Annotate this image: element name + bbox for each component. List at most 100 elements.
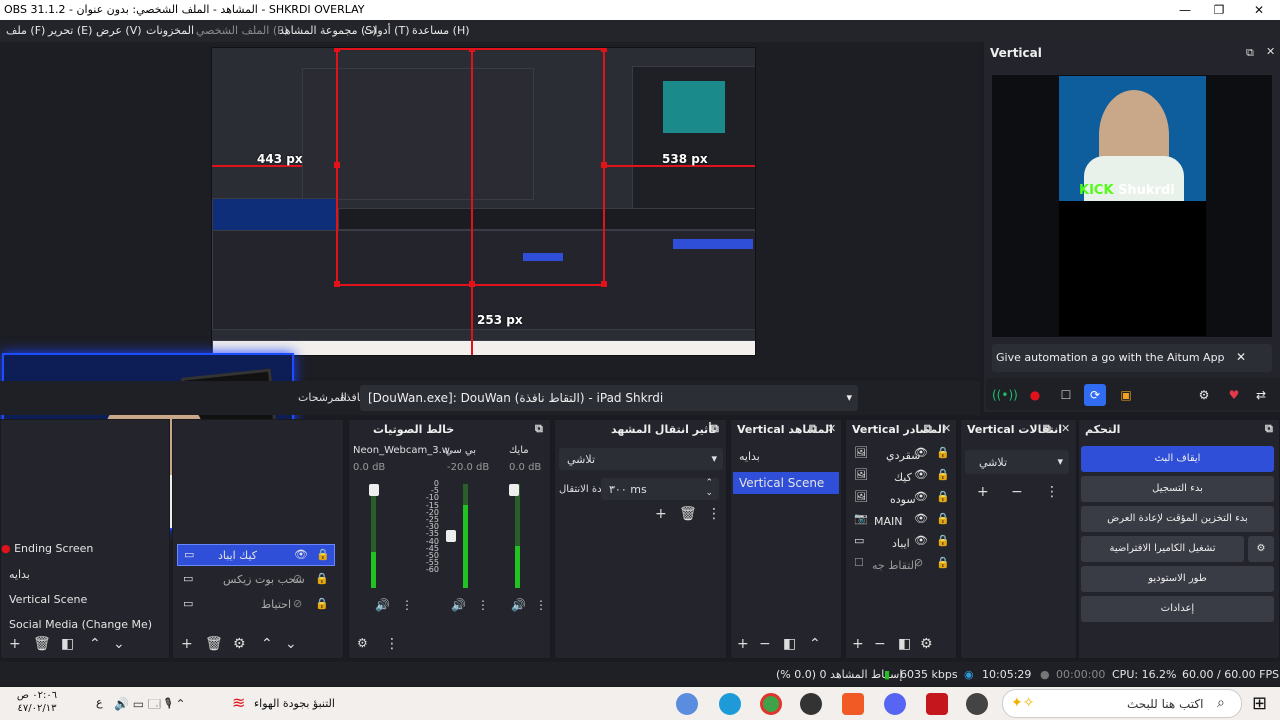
volume-fader[interactable] (369, 484, 379, 496)
vertical-source-item[interactable]: 🖼 شقردي 👁 🔒 (852, 446, 952, 468)
add-icon[interactable]: + (181, 636, 193, 652)
aitum-banner[interactable]: Give automation a go with the Aitum App … (992, 344, 1272, 372)
brave-icon[interactable] (842, 693, 864, 715)
source-item[interactable]: ▭ كيك ايباد 👁 🔒 (177, 544, 335, 566)
edge-icon[interactable] (719, 693, 741, 715)
add-icon[interactable]: + (9, 636, 21, 652)
gear-icon[interactable]: ⚙ (1193, 384, 1215, 406)
filter-icon[interactable]: ◧ (783, 636, 796, 652)
heart-icon[interactable]: ♥ (1223, 384, 1245, 406)
vertical-source-item[interactable]: 🖼 سوده 👁 🔒 (852, 490, 952, 512)
speaker-icon[interactable]: 🔊 (375, 598, 390, 612)
record-icon[interactable]: ● (1024, 384, 1046, 406)
preview-canvas[interactable]: 443 px 538 px 253 px (211, 47, 756, 356)
stop-stream-button[interactable]: ايقاف البث (1081, 446, 1274, 472)
resize-handle[interactable] (601, 162, 607, 168)
remove-icon[interactable]: − (759, 636, 771, 652)
kebab-icon[interactable]: ⋮ (477, 598, 489, 612)
tray-icons[interactable]: 🔊 ▭ 🗔 🎙 ⌃ (114, 695, 186, 716)
filter-icon[interactable]: ◧ (61, 636, 74, 652)
replay-icon[interactable]: ☐ (1055, 384, 1077, 406)
resize-handle[interactable] (334, 162, 340, 168)
speaker-icon[interactable]: 🔊 (511, 598, 526, 612)
obs-icon[interactable] (800, 693, 822, 715)
filter-icon[interactable]: ◧ (898, 636, 911, 652)
start-virtual-camera-button[interactable]: تشغيل الكاميرا الافتراضية (1081, 536, 1244, 562)
duration-input[interactable]: ٣٠٠ ms ⌃ ⌄ (601, 478, 719, 500)
resize-handle[interactable] (601, 48, 607, 52)
remove-icon[interactable]: − (1011, 484, 1023, 500)
vertical-source-item[interactable]: ☐ التقاط جه ⊘ 🔒 (852, 556, 952, 578)
kebab-icon[interactable]: ⋮ (707, 506, 721, 522)
close-icon[interactable]: ✕ (1240, 0, 1278, 20)
resize-handle[interactable] (334, 48, 340, 52)
add-icon[interactable]: + (737, 636, 749, 652)
windows-start-icon[interactable]: ⊞ (1252, 693, 1267, 714)
studio-mode-button[interactable]: طور الاستوديو (1081, 566, 1274, 592)
discord-icon[interactable] (884, 693, 906, 715)
weather-icon[interactable]: ≋ (232, 693, 245, 712)
vertical-transition-select[interactable]: تلاشي ▾ (965, 450, 1069, 474)
chevron-up-icon[interactable]: ⌃ (809, 636, 821, 652)
start-replay-buffer-button[interactable]: بدء التخزين المؤقت لإعادة العرض (1081, 506, 1274, 532)
source-item[interactable]: ▭ سحب بوت زيكس ⊘ 🔒 (177, 569, 335, 591)
menu-scene-collection[interactable]: مجموعة المشاهد (S) (279, 24, 377, 37)
trash-icon[interactable]: 🗑 (679, 506, 697, 522)
chevron-up-icon[interactable]: ⌃ (89, 636, 101, 652)
kebab-icon[interactable]: ⋮ (401, 598, 413, 612)
gears-icon[interactable]: ⚙ (357, 636, 368, 650)
menu-docks[interactable]: المخزونات (146, 24, 194, 37)
gear-app-icon[interactable] (966, 693, 988, 715)
window-select[interactable]: [DouWan.exe]: DouWan (التقاط نافذة) - iP… (360, 385, 858, 411)
scene-item[interactable]: ● Ending Screen (1, 542, 166, 564)
weather-text[interactable]: التنبؤ بجودة الهواء (254, 697, 335, 710)
app-icon[interactable] (676, 693, 698, 715)
menu-profile[interactable]: الملف الشخصي (P) (196, 24, 288, 37)
gear-icon[interactable]: ⚙ (233, 636, 246, 652)
remove-icon[interactable]: − (874, 636, 886, 652)
resize-handle[interactable] (469, 48, 475, 52)
resize-handle[interactable] (334, 281, 340, 287)
kebab-icon[interactable]: ⋮ (385, 636, 399, 652)
menu-help[interactable]: مساعدة (H) (412, 24, 470, 37)
gear-icon[interactable]: ⚙ (920, 636, 933, 652)
settings-button[interactable]: إعدادات (1081, 596, 1274, 622)
volume-fader[interactable] (446, 530, 456, 542)
speaker-icon[interactable]: 🔊 (451, 598, 466, 612)
chevron-down-icon[interactable]: ⌄ (113, 636, 125, 652)
transition-select[interactable]: تلاشي ▾ (559, 448, 723, 470)
split-icon[interactable]: ▣ (1115, 384, 1137, 406)
vertical-source-item[interactable]: 📷 MAIN 👁 🔒 (852, 512, 952, 534)
add-icon[interactable]: + (655, 506, 667, 522)
resize-handle[interactable] (601, 281, 607, 287)
trash-icon[interactable]: 🗑 (33, 636, 51, 652)
close-icon[interactable]: ✕ (1236, 350, 1246, 364)
app-icon[interactable] (926, 693, 948, 715)
sync-icon[interactable]: ⟳ (1084, 384, 1106, 406)
menu-tools[interactable]: أدوات (T) (364, 24, 410, 37)
resize-handle[interactable] (469, 281, 475, 287)
menu-view[interactable]: عرض (V) (96, 24, 142, 37)
kebab-icon[interactable]: ⋮ (535, 598, 547, 612)
vertical-scene-item[interactable]: Vertical Scene (733, 472, 839, 494)
search-box[interactable]: ✦✧ اكتب هنا للبحث ⌕ (1002, 689, 1242, 718)
menu-file[interactable]: ملف (F) (6, 24, 45, 37)
float-icon[interactable]: ⧉ (1246, 46, 1254, 60)
scene-item[interactable]: بدايه (9, 568, 159, 590)
maximize-icon[interactable]: ❐ (1200, 0, 1238, 20)
menu-edit[interactable]: تحرير (E) (48, 24, 92, 37)
scene-item[interactable]: Vertical Scene (9, 593, 159, 615)
vertical-scene-item[interactable]: بدايه (739, 450, 837, 472)
add-icon[interactable]: + (852, 636, 864, 652)
chevron-down-icon[interactable]: ⌄ (285, 636, 297, 652)
scene-item[interactable]: Social Media (Change Me) (9, 618, 159, 640)
stream-icon[interactable]: ((•)) (992, 384, 1018, 406)
source-item[interactable]: ▭ احتياط ⊘ 🔒 (177, 594, 335, 616)
volume-fader[interactable] (509, 484, 519, 496)
chrome-icon[interactable] (760, 693, 782, 715)
share-icon[interactable]: ⇄ (1250, 384, 1272, 406)
add-icon[interactable]: + (977, 484, 989, 500)
start-recording-button[interactable]: بدء التسجيل (1081, 476, 1274, 502)
vertical-source-item[interactable]: 🖼 كيك 👁 🔒 (852, 468, 952, 490)
close-icon[interactable]: ✕ (1266, 45, 1275, 58)
